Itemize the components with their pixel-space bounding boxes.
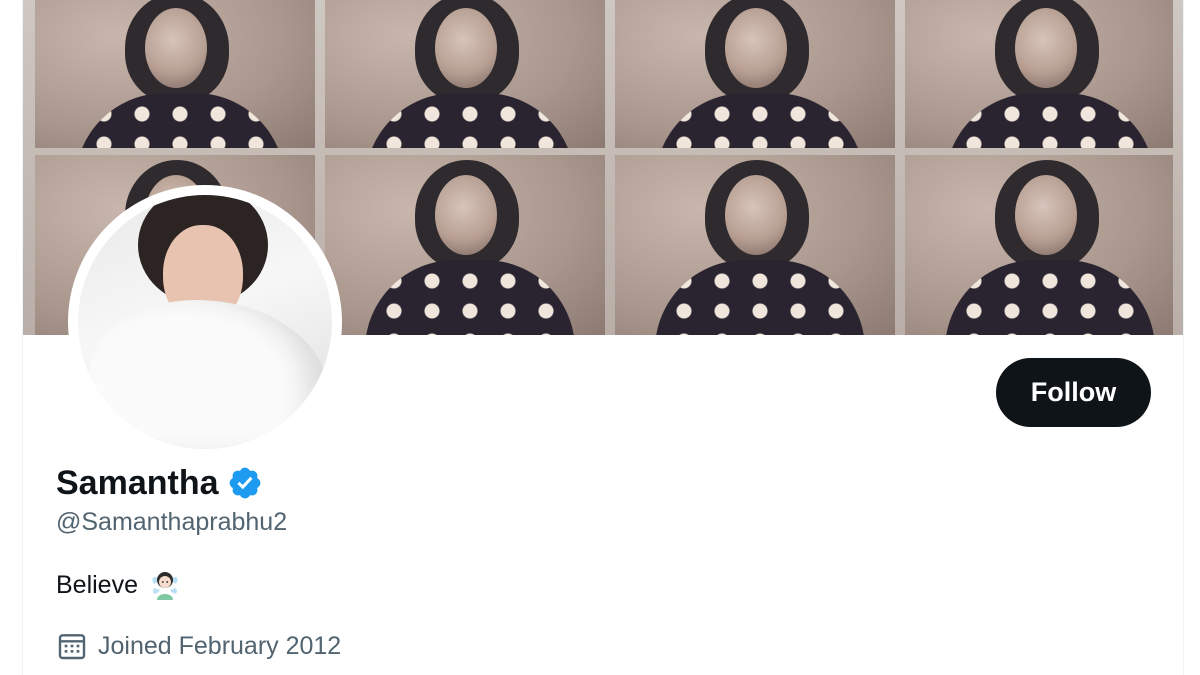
- profile-handle: @Samanthaprabhu2: [56, 508, 288, 536]
- joined-text: Joined February 2012: [98, 631, 342, 660]
- profile-card: Follow Samantha @Samanthaprabhu2 Believe: [22, 0, 1184, 675]
- follow-button[interactable]: Follow: [996, 358, 1151, 427]
- profile-avatar[interactable]: [78, 195, 332, 449]
- display-name: Samantha: [56, 463, 219, 502]
- banner-photo-tile: [615, 155, 895, 335]
- joined-date: Joined February 2012: [56, 630, 341, 662]
- banner-photo-tile: [325, 155, 605, 335]
- display-name-row: Samantha: [56, 460, 263, 506]
- banner-photo-tile: [325, 0, 605, 148]
- profile-bio: Believe: [56, 568, 182, 602]
- banner-photo-tile: [905, 155, 1173, 335]
- bio-text: Believe: [56, 570, 138, 599]
- banner-photo-tile: [905, 0, 1173, 148]
- woman-fairy-emoji-icon: [148, 568, 182, 602]
- banner-photo-tile: [615, 0, 895, 148]
- verified-badge-icon[interactable]: [227, 465, 263, 501]
- banner-photo-tile: [35, 0, 315, 148]
- calendar-icon: [56, 630, 88, 662]
